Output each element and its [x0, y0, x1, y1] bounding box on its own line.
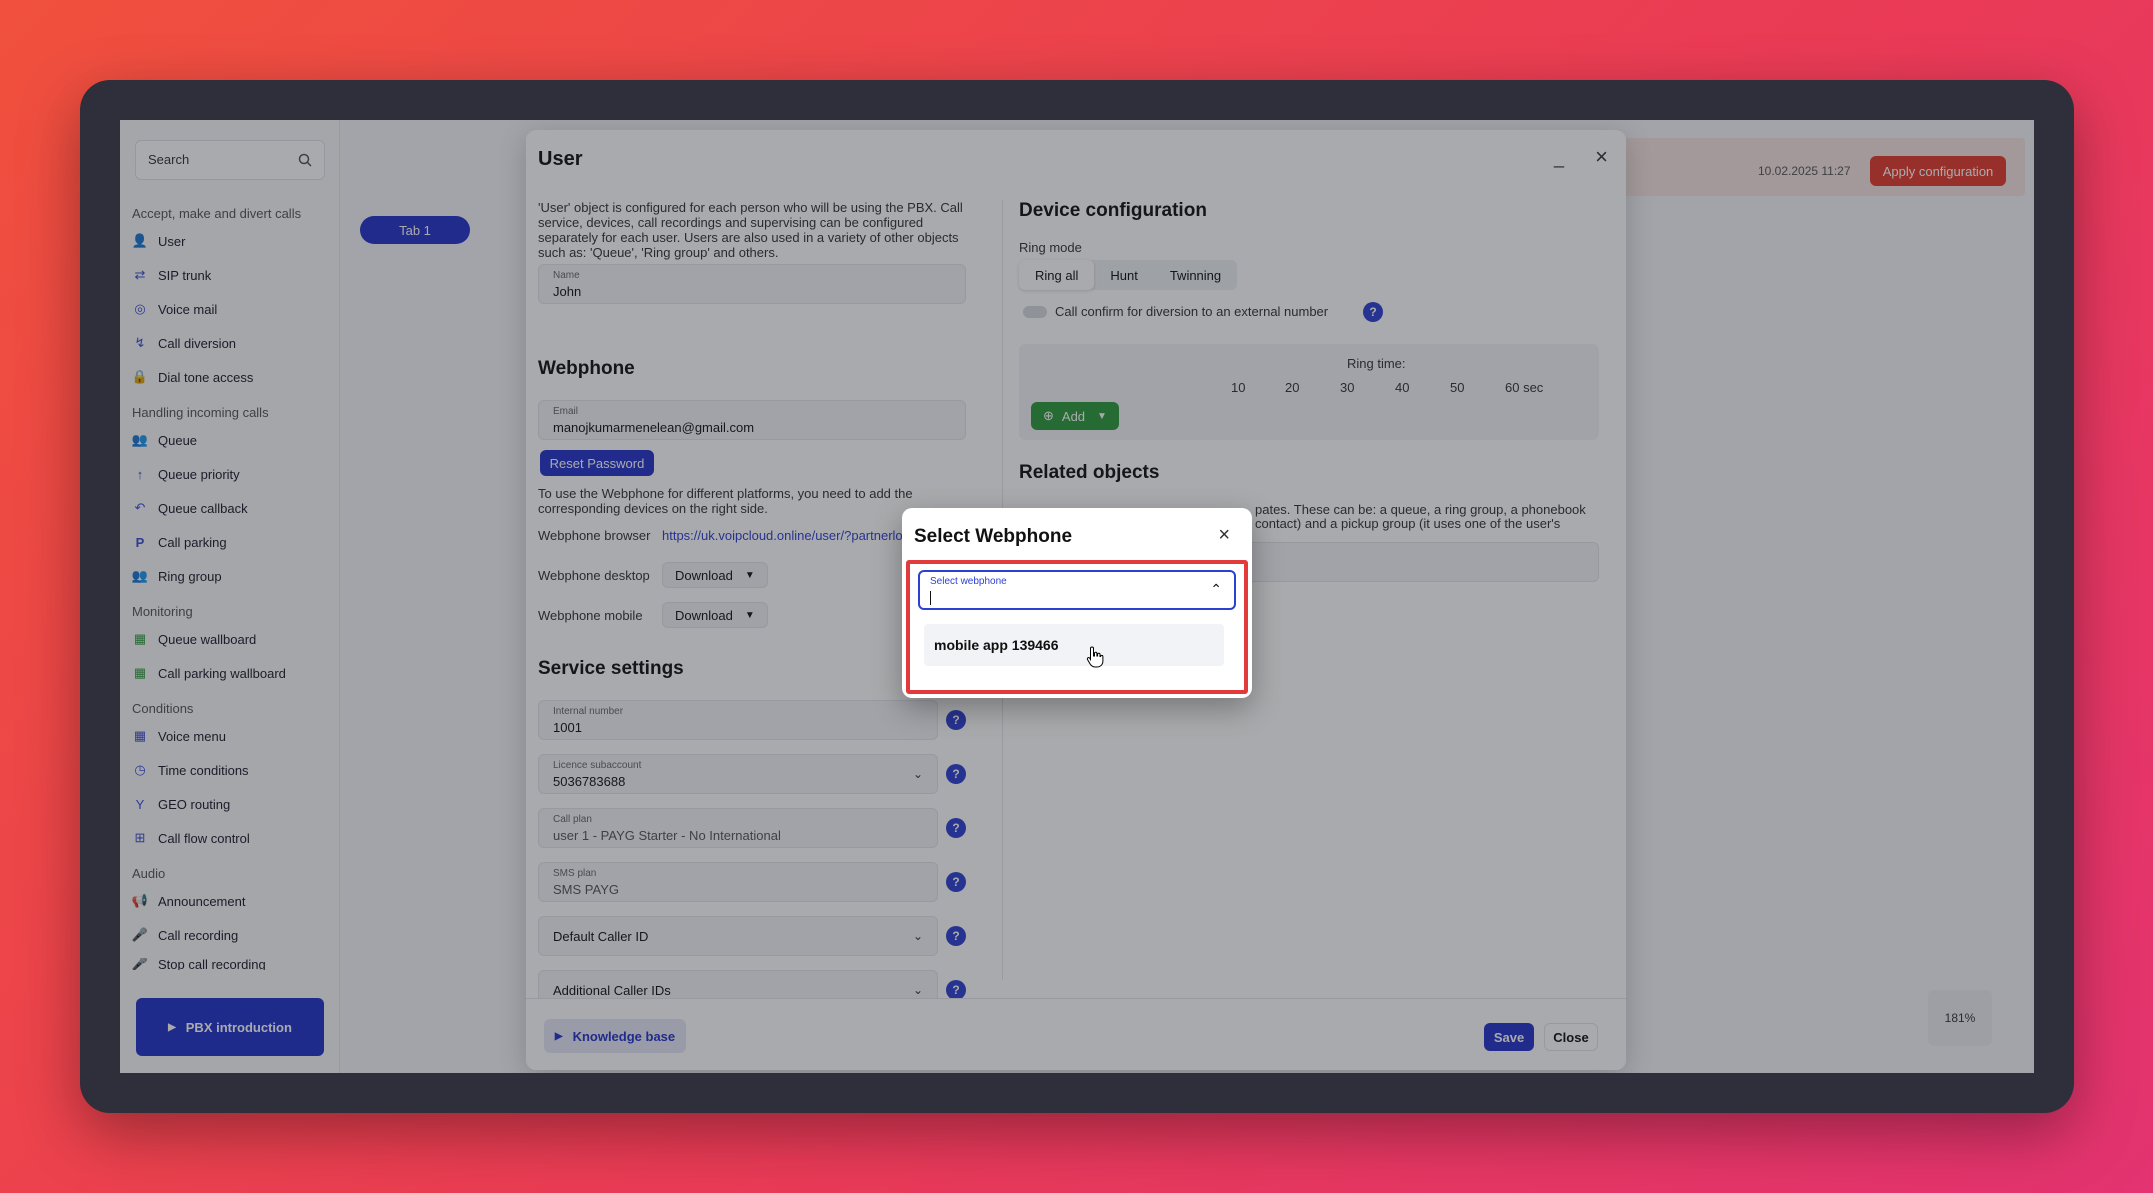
webphone-option[interactable]: mobile app 139466 — [924, 624, 1224, 666]
app-screen: Search Accept, make and divert calls 👤 Us… — [120, 120, 2034, 1073]
text-caret — [930, 591, 931, 605]
chevron-up-icon[interactable]: ⌃ — [1210, 581, 1222, 598]
select-webphone-input[interactable]: Select webphone ⌃ — [918, 570, 1236, 610]
select-webphone-label: Select webphone — [930, 576, 1007, 587]
close-icon[interactable]: × — [1218, 524, 1230, 547]
webphone-dropdown: mobile app 139466 — [918, 616, 1236, 684]
modal-title: Select Webphone — [914, 526, 1073, 547]
select-webphone-modal: Select Webphone × Select webphone ⌃ mobi… — [902, 508, 1252, 698]
hand-cursor-icon — [1086, 646, 1104, 668]
